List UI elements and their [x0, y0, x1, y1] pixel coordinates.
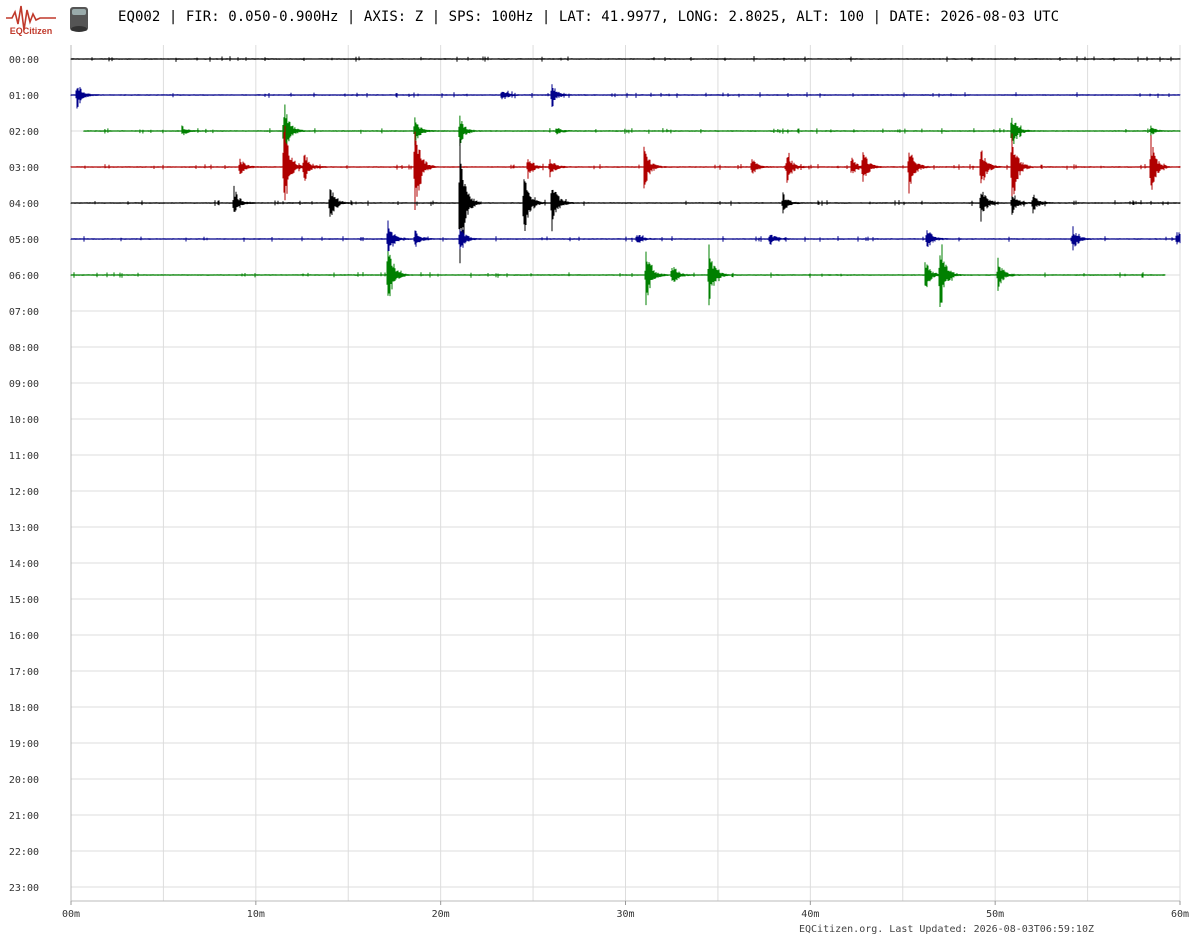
y-tick-label: 22:00	[9, 847, 39, 858]
y-tick-label: 11:00	[9, 451, 39, 462]
x-tick-label: 50m	[986, 909, 1004, 920]
y-tick-label: 09:00	[9, 379, 39, 390]
x-tick-label: 00m	[62, 909, 80, 920]
y-tick-label: 17:00	[9, 667, 39, 678]
y-tick-label: 03:00	[9, 163, 39, 174]
y-tick-label: 23:00	[9, 883, 39, 894]
x-tick-label: 40m	[801, 909, 819, 920]
y-tick-label: 06:00	[9, 271, 39, 282]
x-tick-label: 10m	[247, 909, 265, 920]
y-tick-label: 00:00	[9, 55, 39, 66]
helicorder-plot: 00:00 01:00 02:00 03:00 04:00 05:00 06:00 07:00…	[9, 45, 1189, 920]
y-tick-label: 07:00	[9, 307, 39, 318]
y-tick-label: 12:00	[9, 487, 39, 498]
trace-0200	[83, 104, 1181, 152]
y-tick-label: 19:00	[9, 739, 39, 750]
x-tick-label: 60m	[1171, 909, 1189, 920]
y-tick-label: 13:00	[9, 523, 39, 534]
y-tick-label: 08:00	[9, 343, 39, 354]
y-tick-label: 14:00	[9, 559, 39, 570]
y-tick-label: 20:00	[9, 775, 39, 786]
trace-0600	[70, 244, 1166, 307]
footer-update-text: EQCitizen.org. Last Updated: 2026-08-03T…	[798, 924, 1094, 935]
y-tick-label: 02:00	[9, 127, 39, 138]
y-tick-label: 04:00	[9, 199, 39, 210]
y-tick-label: 16:00	[9, 631, 39, 642]
x-tick-label: 20m	[432, 909, 450, 920]
x-tick-label: 30m	[616, 909, 634, 920]
y-tick-label: 05:00	[9, 235, 39, 246]
y-tick-label: 21:00	[9, 811, 39, 822]
y-tick-label: 18:00	[9, 703, 39, 714]
y-tick-label: 01:00	[9, 91, 39, 102]
y-tick-label: 15:00	[9, 595, 39, 606]
y-tick-label: 10:00	[9, 415, 39, 426]
